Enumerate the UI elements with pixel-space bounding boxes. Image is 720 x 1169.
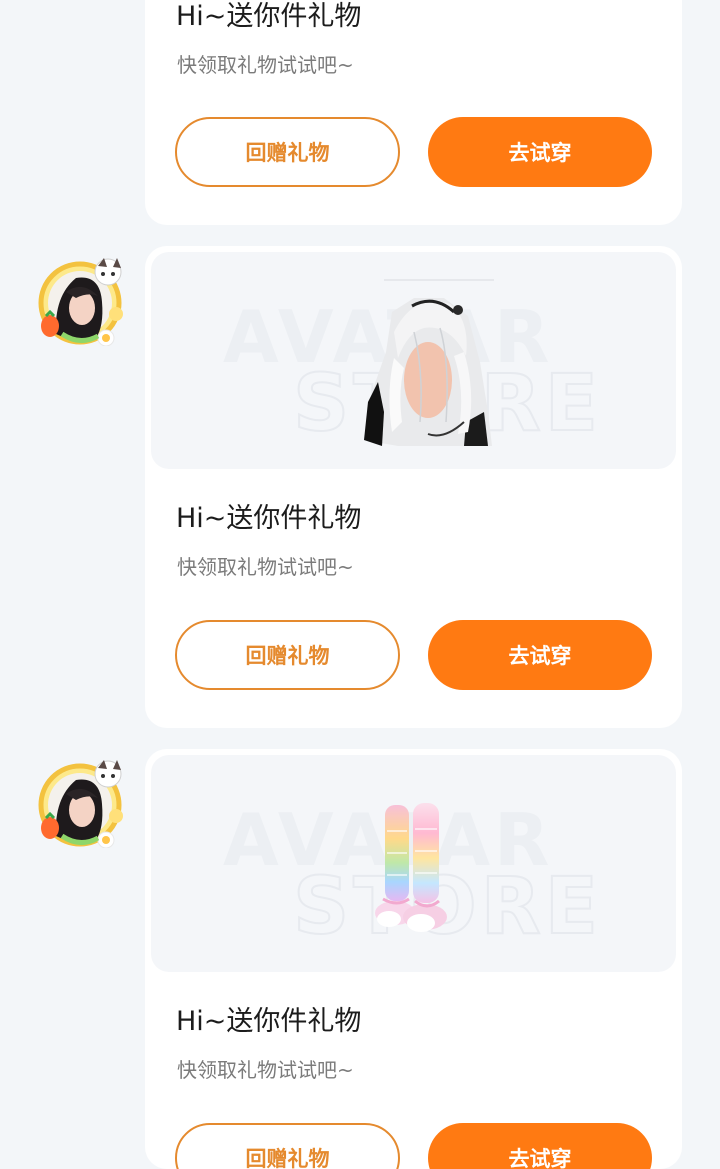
message-subtitle: 快领取礼物试试吧~ [177,53,354,77]
return-gift-button[interactable]: 回赠礼物 [175,620,400,690]
sender-avatar[interactable] [36,758,124,848]
sender-avatar[interactable] [36,256,124,346]
message-subtitle: 快领取礼物试试吧~ [177,555,354,579]
message-title: Hi~送你件礼物 [176,503,362,534]
gift-message-card-2: AVATAR STORE Hi~送你件礼物 快领取礼物试试吧~ 回赠礼物 去试穿 [145,246,682,728]
gift-message-card-3: AVATAR STORE [145,749,682,1169]
return-gift-button[interactable]: 回赠礼物 [175,117,400,187]
try-on-button[interactable]: 去试穿 [428,1123,652,1169]
try-on-button[interactable]: 去试穿 [428,117,652,187]
message-subtitle: 快领取礼物试试吧~ [177,1058,354,1082]
return-gift-button[interactable]: 回赠礼物 [175,1123,400,1169]
message-title: Hi~送你件礼物 [176,1,362,32]
message-title: Hi~送你件礼物 [176,1006,362,1037]
gift-preview[interactable]: AVATAR STORE [151,252,676,469]
gift-message-card-1: Hi~送你件礼物 快领取礼物试试吧~ 回赠礼物 去试穿 [145,0,682,225]
gift-preview[interactable]: AVATAR STORE [151,755,676,972]
rainbow-leg-warmers-icon [375,803,447,932]
try-on-button[interactable]: 去试穿 [428,620,652,690]
white-hair-icon [364,279,494,446]
